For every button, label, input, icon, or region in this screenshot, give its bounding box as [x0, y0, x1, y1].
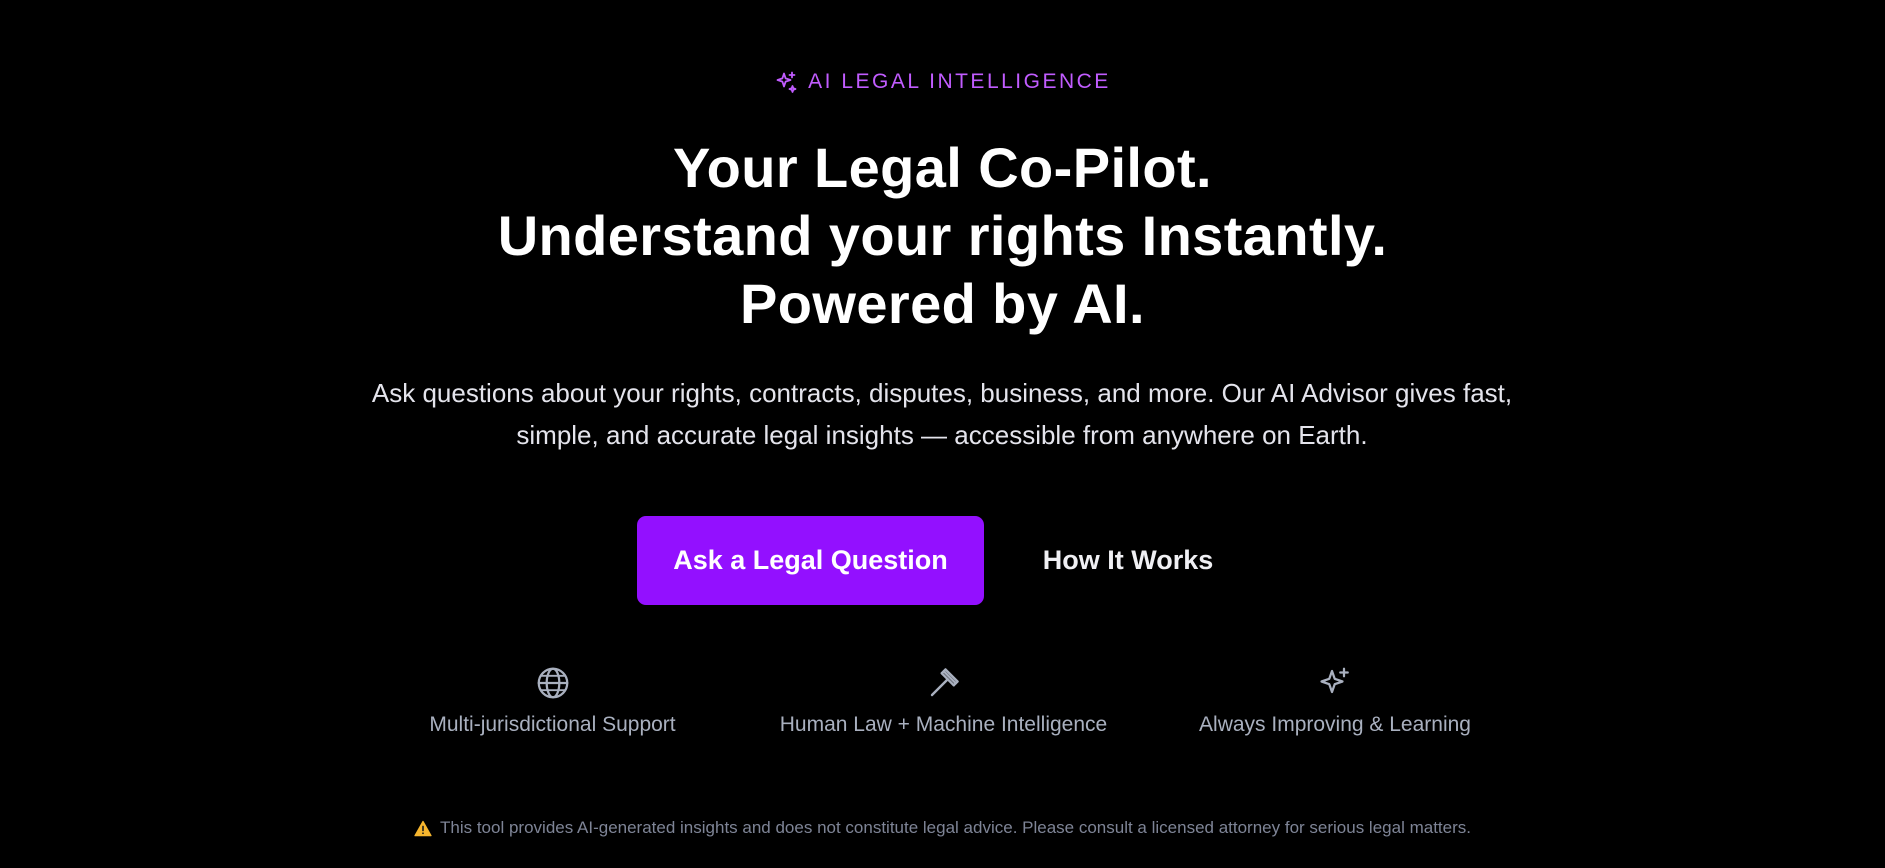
eyebrow-tagline: AI LEGAL INTELLIGENCE: [0, 68, 1885, 96]
hero-description: Ask questions about your rights, contrac…: [371, 378, 1513, 450]
sparkles-icon: [1316, 664, 1354, 702]
warning-icon: [414, 820, 432, 836]
globe-icon: [534, 664, 572, 702]
feature-label: Multi-jurisdictional Support: [429, 713, 676, 736]
gavel-icon: [925, 664, 963, 702]
headline-line-2: Understand your rights Instantly.: [497, 204, 1388, 267]
headline-line-1: Your Legal Co-Pilot.: [673, 136, 1212, 199]
ask-legal-question-button[interactable]: Ask a Legal Question: [637, 516, 984, 605]
legal-disclaimer: This tool provides AI-generated insights…: [0, 816, 1885, 840]
feature-item: Human Law + Machine Intelligence: [765, 664, 1122, 744]
page-title: Your Legal Co-Pilot. Understand your rig…: [0, 134, 1885, 338]
how-it-works-button[interactable]: How It Works: [1019, 516, 1237, 605]
feature-item: Always Improving & Learning: [1182, 664, 1488, 744]
headline-line-3: Powered by AI.: [740, 272, 1145, 335]
eyebrow-text: AI LEGAL INTELLIGENCE: [808, 70, 1111, 93]
hero-section: AI LEGAL INTELLIGENCE Your Legal Co-Pilo…: [0, 0, 1885, 868]
sparkles-icon: [776, 71, 797, 93]
feature-item: Multi-jurisdictional Support: [410, 664, 695, 744]
disclaimer-text: This tool provides AI-generated insights…: [440, 818, 1471, 837]
feature-label: Human Law + Machine Intelligence: [779, 713, 1108, 736]
feature-label: Always Improving & Learning: [1199, 713, 1471, 736]
